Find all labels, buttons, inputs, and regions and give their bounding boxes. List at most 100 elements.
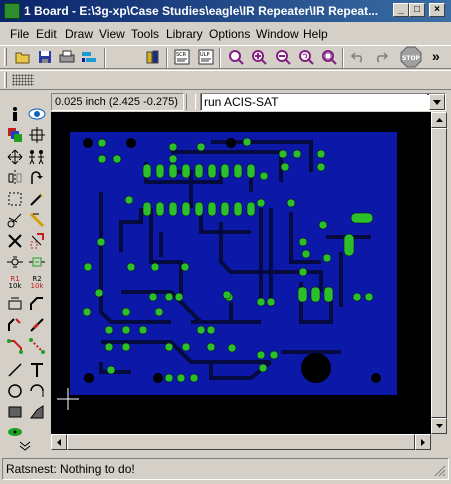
toolbar-grip[interactable] [4, 72, 7, 88]
info-icon[interactable] [4, 103, 26, 124]
mirror-icon[interactable] [4, 167, 26, 188]
menu-bar: File Edit Draw View Tools Library Option… [0, 24, 451, 44]
rotate-icon[interactable] [26, 167, 48, 188]
group-icon[interactable] [4, 188, 26, 209]
title-bar: 1 Board - E:\3g-xp\Case Studies\eagle\IR… [0, 0, 451, 22]
more-icon[interactable] [14, 435, 36, 456]
pcb-drawing [57, 132, 397, 410]
horizontal-scroll-thumb[interactable] [67, 434, 415, 450]
optimize-icon[interactable] [26, 314, 48, 335]
change-icon[interactable] [26, 188, 48, 209]
delete-icon[interactable] [4, 230, 26, 251]
rect-icon[interactable] [4, 401, 26, 422]
grid-icon[interactable] [12, 74, 34, 86]
scroll-left-button[interactable] [51, 434, 67, 450]
close-button[interactable]: × [429, 3, 445, 17]
value-icon[interactable]: R2 10k [26, 272, 48, 293]
menu-options[interactable]: Options [209, 27, 250, 41]
wire-icon[interactable] [4, 359, 26, 380]
zoom-out-icon[interactable] [273, 47, 293, 67]
stop-label: STOP [402, 55, 421, 62]
ulp-icon[interactable]: ULP [196, 47, 216, 67]
replace-icon[interactable] [26, 251, 48, 272]
undo-icon[interactable] [348, 47, 368, 67]
text-icon[interactable] [26, 359, 48, 380]
redraw-icon[interactable] [296, 47, 316, 67]
stop-icon[interactable]: STOP [400, 46, 422, 68]
vertical-scrollbar[interactable] [431, 112, 447, 434]
toolbar-overflow-button[interactable]: » [432, 48, 440, 64]
horizontal-scrollbar[interactable] [51, 434, 431, 450]
command-history-dropdown[interactable] [429, 94, 445, 110]
zoom-in-icon[interactable] [249, 47, 269, 67]
parameter-toolbar [0, 70, 451, 90]
split-icon[interactable] [4, 314, 26, 335]
vertical-scroll-thumb[interactable] [431, 128, 447, 418]
arc-icon[interactable] [26, 380, 48, 401]
coordinate-display: 0.025 inch (2.425 -0.275) [51, 93, 184, 111]
command-separator [186, 94, 196, 110]
menu-tools[interactable]: Tools [131, 27, 159, 41]
menu-window[interactable]: Window [256, 27, 299, 41]
command-palette: R1 10k R2 10k [2, 95, 50, 451]
svg-text:ULP: ULP [200, 52, 209, 58]
move-icon[interactable] [4, 146, 26, 167]
paste-icon[interactable] [26, 209, 48, 230]
open-icon[interactable] [13, 47, 33, 67]
library-icon[interactable] [143, 47, 163, 67]
show-icon[interactable] [26, 103, 48, 124]
pinswap-icon[interactable] [4, 251, 26, 272]
copy-icon[interactable] [26, 146, 48, 167]
separator [219, 48, 221, 68]
arrow-right-icon [421, 438, 425, 446]
status-bar: Ratsnest: Nothing to do! [2, 458, 449, 480]
main-toolbar: SCR ULP STOP » [0, 45, 451, 69]
maximize-button[interactable]: □ [409, 3, 425, 17]
name-icon[interactable]: R1 10k [4, 272, 26, 293]
zoom-select-icon[interactable] [319, 47, 339, 67]
menu-file[interactable]: File [10, 27, 29, 41]
window-title: 1 Board - E:\3g-xp\Case Studies\eagle\IR… [24, 4, 379, 18]
ripup-icon[interactable] [26, 335, 48, 356]
circle-icon[interactable] [4, 380, 26, 401]
board-canvas[interactable] [51, 112, 431, 434]
menu-help[interactable]: Help [303, 27, 328, 41]
name-sublabel: 10k [8, 281, 22, 290]
polygon-icon[interactable] [26, 401, 48, 422]
print-icon[interactable] [57, 47, 77, 67]
toolbar-grip[interactable] [4, 48, 7, 66]
menu-view[interactable]: View [99, 27, 125, 41]
value-sublabel: 10k [30, 281, 44, 290]
chevron-down-icon [433, 99, 441, 105]
menu-draw[interactable]: Draw [65, 27, 93, 41]
redo-icon[interactable] [371, 47, 391, 67]
separator [104, 48, 106, 68]
resize-grip-icon[interactable] [434, 465, 446, 477]
zoom-fit-icon[interactable] [226, 47, 246, 67]
svg-text:SCR: SCR [176, 52, 187, 58]
mark-icon[interactable] [26, 124, 48, 145]
script-icon[interactable]: SCR [172, 47, 192, 67]
smash-icon[interactable] [4, 293, 26, 314]
separator [166, 48, 168, 68]
scroll-down-button[interactable] [431, 418, 447, 434]
scroll-up-button[interactable] [431, 112, 447, 128]
scroll-right-button[interactable] [415, 434, 431, 450]
command-line[interactable] [200, 93, 446, 111]
arrow-down-icon [435, 424, 443, 428]
command-input[interactable] [202, 94, 427, 109]
route-icon[interactable] [4, 335, 26, 356]
add-icon[interactable] [26, 230, 48, 251]
display-layers-icon[interactable] [4, 124, 26, 145]
menu-edit[interactable]: Edit [36, 27, 57, 41]
scroll-corner [431, 434, 447, 450]
arrow-left-icon [57, 438, 61, 446]
minimize-button[interactable]: _ [393, 3, 409, 17]
save-icon[interactable] [35, 47, 55, 67]
board-outline [70, 132, 397, 395]
miter-icon[interactable] [26, 293, 48, 314]
app-icon [4, 3, 20, 19]
cam-icon[interactable] [79, 47, 99, 67]
cut-icon[interactable] [4, 209, 26, 230]
menu-library[interactable]: Library [166, 27, 203, 41]
